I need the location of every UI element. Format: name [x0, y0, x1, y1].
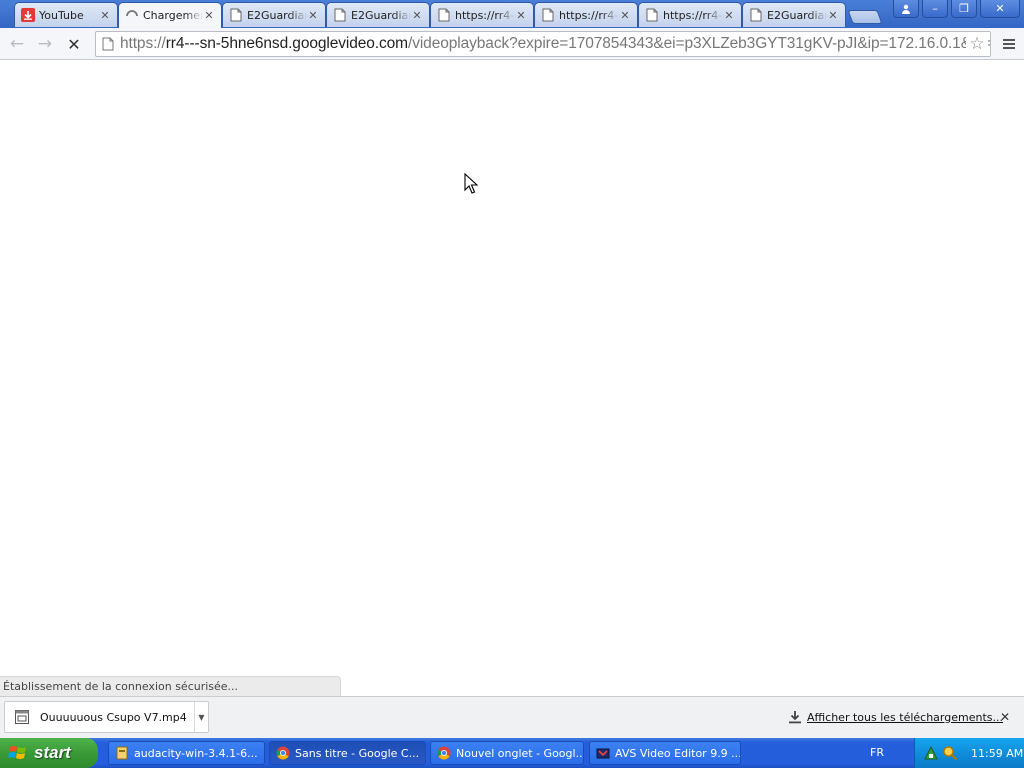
tab-loading[interactable]: Chargement... ✕ [118, 2, 222, 28]
status-bubble: Établissement de la connexion sécurisée.… [0, 676, 341, 696]
tab-close-icon[interactable]: ✕ [411, 9, 423, 22]
page-icon [541, 8, 555, 22]
network-icon[interactable] [923, 745, 939, 761]
url-scheme: https:// [120, 35, 166, 52]
tab-e2guardian[interactable]: E2Guardian ✕ [742, 2, 846, 27]
taskbar-item-avs-video-editor[interactable]: AVS Video Editor 9.9 ... [589, 741, 741, 765]
download-item[interactable]: Ouuuuuous Csupo V7.mp4 ▼ [4, 701, 209, 733]
forward-button[interactable]: → [33, 32, 57, 56]
youtube-download-icon [21, 8, 35, 22]
search-icon[interactable] [942, 745, 958, 761]
avs-video-editor-icon [596, 746, 610, 760]
chrome-icon [276, 746, 290, 760]
browser-toolbar: ← → ✕ https://rr4---sn-5hne6nsd.googlevi… [0, 28, 1024, 60]
address-bar[interactable]: https://rr4---sn-5hne6nsd.googlevideo.co… [95, 31, 991, 57]
page-icon [102, 37, 114, 51]
tab-videoplayback[interactable]: https://rr4---sn ✕ [638, 2, 742, 27]
taskbar-item-label: AVS Video Editor 9.9 ... [615, 746, 741, 760]
show-all-downloads-link[interactable]: Afficher tous les téléchargements... [807, 711, 1003, 724]
new-tab-button[interactable] [847, 10, 883, 24]
clock[interactable]: 11:59 AM [971, 747, 1023, 760]
tab-youtube[interactable]: YouTube ✕ [14, 2, 118, 27]
tab-close-icon[interactable]: ✕ [99, 9, 111, 22]
maximize-button[interactable]: ❐ [951, 0, 977, 18]
download-filename: Ouuuuuous Csupo V7.mp4 [40, 710, 187, 724]
taskbar-item-label: Sans titre - Google C... [295, 746, 420, 760]
url-path: /videoplayback?expire=1707854343&ei=p3XL… [407, 35, 991, 52]
page-icon [333, 8, 347, 22]
url-text: https://rr4---sn-5hne6nsd.googlevideo.co… [120, 35, 991, 53]
start-button[interactable]: start [0, 738, 98, 768]
tab-title: YouTube [39, 8, 84, 22]
page-icon [437, 8, 451, 22]
tab-title: E2Guardian [247, 8, 307, 22]
taskbar-item-chrome-nouvel-onglet[interactable]: Nouvel onglet - Googl... [430, 741, 584, 765]
taskbar-item-chrome-sans-titre[interactable]: Sans titre - Google C... [269, 741, 426, 765]
menu-icon[interactable] [998, 33, 1020, 55]
start-label: start [34, 743, 71, 762]
page-icon [645, 8, 659, 22]
minimize-button[interactable]: – [922, 0, 948, 18]
loading-spinner-icon [125, 9, 139, 23]
download-shelf: Ouuuuuous Csupo V7.mp4 ▼ Afficher tous l… [0, 696, 1024, 738]
download-icon [788, 710, 802, 724]
page-icon [749, 8, 763, 22]
browser-titlebar: YouTube ✕ Chargement... ✕ E2Guardian ✕ E… [0, 0, 1024, 28]
tab-close-icon[interactable]: ✕ [515, 9, 527, 22]
page-icon [229, 8, 243, 22]
tab-title: E2Guardian [767, 8, 827, 22]
back-button[interactable]: ← [5, 32, 29, 56]
taskbar-item-label: Nouvel onglet - Googl... [456, 746, 584, 760]
chevron-down-icon[interactable]: ▼ [194, 702, 208, 732]
tab-title: Chargement... [143, 9, 203, 22]
window-controls: – ❐ ✕ [890, 0, 1020, 18]
tab-strip: YouTube ✕ Chargement... ✕ E2Guardian ✕ E… [14, 2, 883, 28]
tab-e2guardian[interactable]: E2Guardian ✕ [326, 2, 430, 27]
tab-close-icon[interactable]: ✕ [723, 9, 735, 22]
stop-button[interactable]: ✕ [62, 32, 86, 56]
taskbar-item-label: audacity-win-3.4.1-6... [134, 746, 258, 760]
tab-videoplayback[interactable]: https://rr4---sn ✕ [430, 2, 534, 27]
close-icon[interactable]: ✕ [997, 709, 1013, 725]
tab-videoplayback[interactable]: https://rr4---sn ✕ [534, 2, 638, 27]
tab-title: https://rr4---sn [455, 8, 515, 22]
profile-icon[interactable] [893, 0, 919, 18]
page-content[interactable]: Établissement de la connexion sécurisée.… [0, 61, 1024, 696]
tab-close-icon[interactable]: ✕ [307, 9, 319, 22]
mouse-cursor-icon [464, 172, 479, 198]
windows-flag-icon [8, 744, 28, 762]
taskbar-item-audacity[interactable]: audacity-win-3.4.1-6... [108, 741, 265, 765]
chrome-icon [437, 746, 451, 760]
taskbar: start audacity-win-3.4.1-6... Sans titre… [0, 738, 1024, 768]
bookmark-star-icon[interactable]: ☆ [966, 34, 988, 54]
video-file-icon [14, 709, 30, 725]
system-tray: 11:59 AM [914, 738, 1024, 768]
tab-title: E2Guardian [351, 8, 411, 22]
tab-title: https://rr4---sn [559, 8, 619, 22]
show-all-downloads[interactable]: Afficher tous les téléchargements... [788, 710, 1003, 724]
tab-close-icon[interactable]: ✕ [619, 9, 631, 22]
tab-title: https://rr4---sn [663, 8, 723, 22]
tab-close-icon[interactable]: ✕ [827, 9, 839, 22]
language-indicator[interactable]: FR [870, 746, 884, 759]
tab-close-icon[interactable]: ✕ [203, 9, 215, 22]
tab-e2guardian[interactable]: E2Guardian ✕ [222, 2, 326, 27]
installer-icon [115, 746, 129, 760]
url-host: rr4---sn-5hne6nsd.googlevideo.com [165, 35, 408, 52]
close-window-button[interactable]: ✕ [980, 0, 1020, 18]
